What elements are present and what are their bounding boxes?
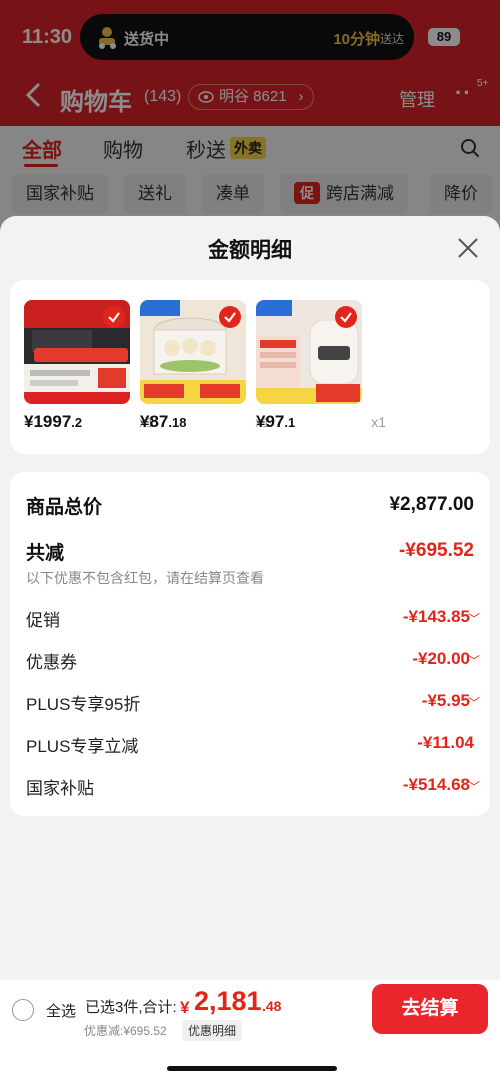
total-value: ¥2,877.00 [389, 494, 474, 515]
total-amount: 2,181 [194, 986, 262, 1016]
selected-count: 已选3件,合计: [85, 999, 177, 1016]
plus-discount-row-value[interactable]: -¥5.95 [422, 691, 470, 711]
close-icon[interactable] [456, 236, 480, 260]
product-price: ¥87.18 [140, 412, 187, 431]
selected-products: ¥1997.2 x1 ¥87.18 x1 ¥97.1 x1 [10, 280, 490, 454]
national-subsidy-row-value[interactable]: -¥514.68 [403, 775, 470, 795]
national-subsidy-row-label[interactable]: 国家补贴 [26, 774, 94, 799]
plus-discount-row-label[interactable]: PLUS专享95折 [26, 690, 140, 715]
chevron-down-icon[interactable]: ﹀ [468, 610, 480, 627]
product-image [256, 300, 362, 404]
product-item[interactable]: ¥97.1 x1 [256, 300, 386, 431]
product-image [24, 300, 130, 404]
plus-reduction-row-value: -¥11.04 [417, 733, 474, 752]
total-currency: ¥ [180, 998, 190, 1017]
chevron-down-icon[interactable]: ﹀ [468, 652, 480, 669]
home-indicator [167, 1066, 337, 1071]
select-all-label[interactable]: 全选 [46, 1000, 76, 1021]
product-price: ¥1997.2 [24, 412, 83, 431]
amount-summary: 商品总价 ¥2,877.00 共减 -¥695.52 以下优惠不包含红包，请在结… [10, 472, 490, 816]
chevron-down-icon[interactable]: ﹀ [468, 778, 480, 795]
total-decimal: .48 [262, 998, 282, 1014]
product-price: ¥97.1 [256, 412, 296, 431]
promo-row-label[interactable]: 促销 [26, 606, 60, 631]
product-item[interactable]: ¥1997.2 x1 [24, 300, 154, 431]
reduction-value: -¥695.52 [398, 540, 474, 561]
reduction-label: 共减 [26, 543, 65, 564]
selected-check-icon [103, 306, 125, 328]
amount-detail-sheet: 金额明细 ¥1997.2 x1 ¥87.18 x1 ¥97.1 x1 商品总价 … [0, 216, 500, 1083]
promo-row-value[interactable]: -¥143.85 [403, 607, 470, 627]
discount-text: 优惠减:¥695.52 [84, 1024, 167, 1038]
coupon-row-value[interactable]: -¥20.00 [412, 649, 470, 669]
selected-check-icon [335, 306, 357, 328]
checkout-bar: 全选 已选3件,合计: ¥ 2,181 .48 优惠减:¥695.52 优惠明细… [0, 980, 500, 1083]
discount-detail-button[interactable]: 优惠明细 [182, 1020, 243, 1041]
product-item[interactable]: ¥87.18 x1 [140, 300, 270, 431]
product-qty: x1 [371, 414, 386, 430]
select-all-checkbox[interactable] [12, 999, 34, 1021]
selected-check-icon [219, 306, 241, 328]
coupon-row-label[interactable]: 优惠券 [26, 648, 77, 673]
checkout-button[interactable]: 去结算 [372, 984, 488, 1034]
chevron-down-icon[interactable]: ﹀ [468, 694, 480, 711]
product-image [140, 300, 246, 404]
plus-reduction-row-label: PLUS专享立减 [26, 737, 139, 756]
reduction-note: 以下优惠不包含红包，请在结算页查看 [26, 570, 264, 586]
total-label: 商品总价 [26, 497, 103, 518]
sheet-title: 金额明细 [208, 239, 292, 262]
